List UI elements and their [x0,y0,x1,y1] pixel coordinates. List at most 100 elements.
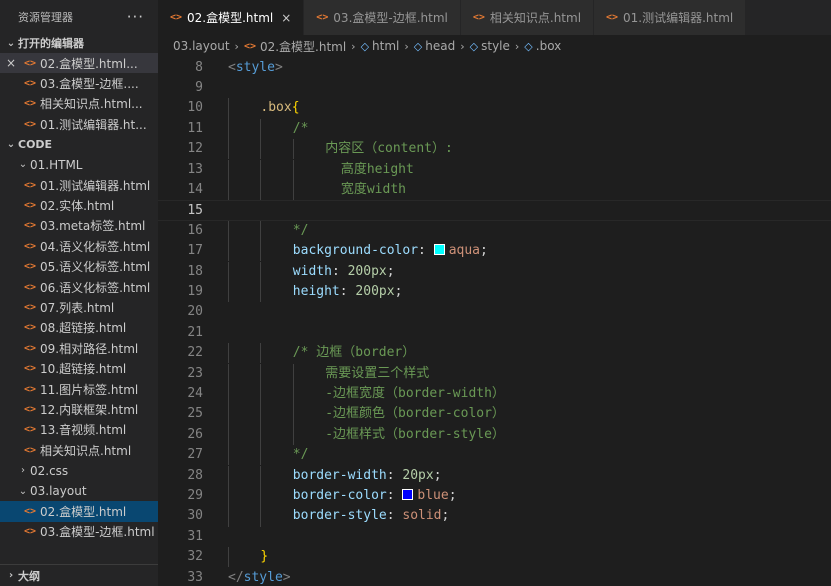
editor-tab[interactable]: <> 02.盒模型.html × [158,0,305,35]
editor-tab[interactable]: <> 03.盒模型-边框.html [304,0,461,35]
html-file-icon: <> [24,383,37,395]
editor-tab[interactable]: <> 01.测试编辑器.html [594,0,747,35]
indent-guide [260,261,262,282]
file-item[interactable]: <> 01.测试编辑器.html [0,175,158,195]
indent-guide [292,179,294,201]
code-token: > [274,59,283,75]
file-item[interactable]: <> 05.语义化标签.html [0,257,158,277]
line-number: 14 [187,181,203,197]
file-label: 相关知识点.html [40,443,132,458]
code-text: 内容区（content）: [325,139,453,159]
html-file-icon: <> [24,98,37,110]
indent-guide [228,139,229,160]
color-swatch[interactable] [402,488,414,500]
file-item[interactable]: <> 06.语义化标签.html [0,277,158,297]
html-file-icon: <> [24,363,37,375]
file-item[interactable]: <> 02.实体.html [0,195,158,215]
breadcrumb-item[interactable]: 02.盒模型.html [260,38,346,55]
code-token: style [243,569,283,585]
code-line: 24 -边框宽度（border-width） [158,383,831,405]
file-label: 12.内联框架.html [40,402,139,417]
line-number: 12 [187,141,203,157]
file-item[interactable]: <> 04.语义化标签.html [0,236,158,256]
indent-guide [228,424,229,446]
code-token: 200px [347,263,387,279]
indent-guide [292,159,294,180]
html-file-icon: <> [170,12,183,23]
line-number: 22 [187,345,203,361]
file-label: 03.meta标签.html [40,219,146,234]
code-token: : [386,467,403,483]
code-token: < [228,59,236,75]
file-item[interactable]: <> 12.内联框架.html [0,399,158,419]
indent-guide [292,363,294,384]
file-item[interactable]: <> 09.相对路径.html [0,338,158,358]
indent-guide [228,98,229,119]
close-icon[interactable]: × [281,11,291,25]
breadcrumb-item[interactable]: .box [536,39,562,53]
line-number: 30 [187,508,203,524]
code-line: 13 高度height [158,159,831,180]
breadcrumb-item[interactable]: head [425,39,455,53]
code-line: 19 height: 200px; [158,281,831,303]
breadcrumb-item[interactable]: html [372,39,399,53]
code-editor[interactable]: 8 <style> 9 10 .box{11/* 12 内容区（content）: 13 高度… [158,57,831,586]
file-item[interactable]: <> 02.盒模型.html [0,501,158,522]
open-editor-item[interactable]: <> 相关知识点.html... [0,94,158,114]
line-number: 17 [187,243,203,259]
file-item[interactable]: <> 相关知识点.html [0,440,158,460]
code-line: 23 需要设置三个样式 [158,363,831,384]
file-label: 02.盒模型.html [40,504,127,519]
code-folder-header[interactable]: ⌄ CODE [0,135,158,155]
indent-guide [228,220,229,242]
indent-guide [292,139,294,160]
code-text: } [260,547,268,567]
outline-header[interactable]: › 大纲 [0,564,158,586]
folder-item[interactable]: ⌄ 01.HTML [0,155,158,175]
code-token: width [292,263,332,279]
code-token: border-width [292,467,387,483]
folder-item[interactable]: › 02.css [0,460,158,480]
code-line: 8 <style> [158,58,831,78]
file-item[interactable]: <> 08.超链接.html [0,318,158,338]
open-editor-item[interactable]: <> 03.盒模型-边框.... [0,73,158,93]
html-file-icon: <> [24,281,37,293]
line-number: 11 [187,120,203,136]
open-editor-item[interactable]: <> 01.测试编辑器.ht... [0,114,158,134]
code-text: width: 200px; [293,262,395,282]
code-token: 宽度width [325,181,406,197]
indent-guide [228,465,229,486]
code-token: /* [292,120,309,136]
html-file-icon: <> [24,403,37,415]
close-icon[interactable]: × [4,56,18,70]
open-editor-label: 相关知识点.html... [40,97,143,112]
breadcrumb-item[interactable]: style [481,39,510,53]
file-label: 02.实体.html [40,199,115,214]
indent-guide [260,424,262,446]
code-text: /* [293,119,309,139]
file-item[interactable]: <> 07.列表.html [0,297,158,317]
html-file-icon: <> [24,322,37,334]
open-editor-item[interactable]: × <> 02.盒模型.html... [0,53,158,74]
color-swatch[interactable] [433,244,445,256]
chevron-right-icon: › [514,39,520,53]
more-actions-icon[interactable]: ··· [127,8,144,26]
folder-item[interactable]: ⌄ 03.layout [0,481,158,501]
code-line: 29 border-color: blue; [158,485,831,507]
file-item[interactable]: <> 13.音视频.html [0,420,158,440]
symbol-icon: ◇ [413,39,423,53]
file-label: 13.音视频.html [40,423,127,438]
file-item[interactable]: <> 03.盒模型-边框.html [0,522,158,542]
file-item[interactable]: <> 11.图片标签.html [0,379,158,399]
file-item[interactable]: <> 10.超链接.html [0,358,158,378]
code-line: 10 .box{ [158,98,831,119]
file-item[interactable]: <> 03.meta标签.html [0,216,158,236]
editor-tab[interactable]: <> 相关知识点.html [460,0,595,35]
code-line: 18 width: 200px; [158,261,831,282]
html-file-icon: <> [472,12,485,23]
open-editors-header[interactable]: ⌄ 打开的编辑器 [0,33,158,53]
code-token: -边框样式（border-style） [325,426,505,442]
breadcrumb-item[interactable]: 03.layout [173,39,230,53]
code-token: ; [480,243,488,259]
code-token: : [386,487,403,503]
